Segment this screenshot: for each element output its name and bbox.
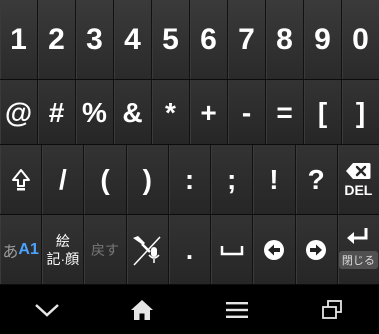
key-2[interactable]: 2	[38, 0, 76, 80]
key-colon[interactable]: :	[168, 145, 212, 215]
undo-key[interactable]: 戻す	[84, 215, 127, 285]
enter-key[interactable]: 閉じる	[337, 215, 379, 285]
keyboard-row-digits: 1 2 3 4 5 6 7 8 9 0	[0, 0, 379, 80]
menu-icon	[225, 301, 249, 319]
keyboard: 1 2 3 4 5 6 7 8 9 0 @ # % & * + - = [ ] …	[0, 0, 379, 334]
delete-key[interactable]: DEL	[337, 145, 379, 215]
key-percent[interactable]: %	[76, 80, 114, 145]
input-mode-label-alt: A1	[18, 241, 39, 258]
key-asterisk[interactable]: *	[152, 80, 190, 145]
key-open-bracket[interactable]: [	[304, 80, 342, 145]
enter-arrow-icon	[345, 227, 371, 245]
space-key[interactable]	[211, 215, 254, 285]
wrench-mic-icon	[130, 233, 164, 267]
key-5[interactable]: 5	[152, 0, 190, 80]
key-slash[interactable]: /	[42, 145, 85, 215]
key-8[interactable]: 8	[266, 0, 304, 80]
keyboard-row-symbols-1: @ # % & * + - = [ ]	[0, 80, 379, 145]
cursor-left-key[interactable]	[253, 215, 296, 285]
emoji-key-label-1: 絵	[55, 233, 70, 249]
key-at[interactable]: @	[0, 80, 38, 145]
recent-apps-icon	[321, 299, 343, 321]
keyboard-row-symbols-2: / ( ) : ; ! ? DEL	[0, 145, 379, 215]
key-0[interactable]: 0	[342, 0, 379, 80]
chevron-down-icon	[34, 302, 60, 318]
key-period[interactable]: .	[168, 215, 212, 285]
key-4[interactable]: 4	[114, 0, 152, 80]
emoji-key-label-2: 記·顔	[46, 251, 80, 267]
key-hash[interactable]: #	[38, 80, 76, 145]
cursor-right-key[interactable]	[295, 215, 338, 285]
space-icon	[220, 244, 244, 256]
backspace-icon	[345, 162, 371, 180]
shift-key[interactable]	[0, 145, 43, 215]
menu-button[interactable]	[190, 285, 285, 334]
arrow-right-circle-icon	[305, 239, 327, 261]
emoji-key[interactable]: 絵 記·顔	[42, 215, 85, 285]
input-mode-label: あ	[2, 244, 19, 261]
key-close-bracket[interactable]: ]	[342, 80, 379, 145]
key-plus[interactable]: +	[190, 80, 228, 145]
key-3[interactable]: 3	[76, 0, 114, 80]
key-exclaim[interactable]: !	[253, 145, 296, 215]
recent-apps-button[interactable]	[284, 285, 379, 334]
key-minus[interactable]: -	[228, 80, 266, 145]
key-9[interactable]: 9	[304, 0, 342, 80]
key-6[interactable]: 6	[190, 0, 228, 80]
key-equals[interactable]: =	[266, 80, 304, 145]
input-mode-key[interactable]: あ A1	[0, 215, 43, 285]
key-semicolon[interactable]: ;	[211, 145, 254, 215]
arrow-left-circle-icon	[263, 239, 285, 261]
keyboard-row-controls: あ A1 絵 記·顔 戻す . 閉じる	[0, 215, 379, 285]
key-question[interactable]: ?	[295, 145, 338, 215]
key-1[interactable]: 1	[0, 0, 38, 80]
back-button[interactable]	[0, 285, 95, 334]
home-icon	[130, 299, 154, 321]
delete-key-label: DEL	[344, 182, 373, 198]
home-button[interactable]	[95, 285, 190, 334]
shift-arrow-icon	[11, 168, 31, 192]
key-ampersand[interactable]: &	[114, 80, 152, 145]
navigation-bar	[0, 285, 379, 334]
key-7[interactable]: 7	[228, 0, 266, 80]
key-open-paren[interactable]: (	[84, 145, 127, 215]
key-close-paren[interactable]: )	[126, 145, 169, 215]
close-keyboard-label: 閉じる	[338, 251, 378, 269]
settings-voice-key[interactable]	[126, 215, 169, 285]
